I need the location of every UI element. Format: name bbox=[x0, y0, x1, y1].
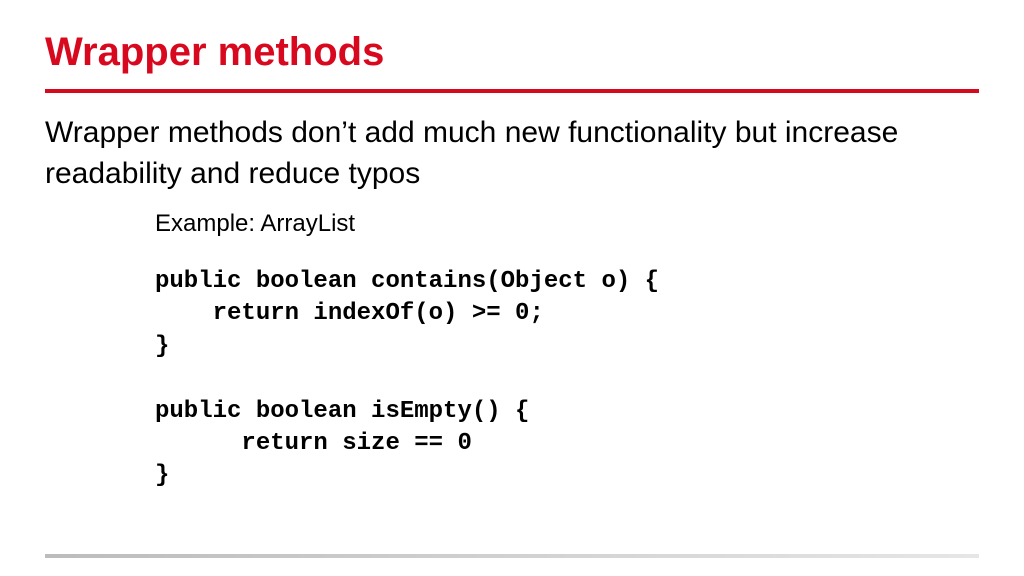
bottom-divider bbox=[45, 554, 979, 558]
title-divider bbox=[45, 89, 979, 93]
example-label: Example: ArrayList bbox=[155, 210, 979, 238]
slide-title: Wrapper methods bbox=[45, 30, 979, 75]
body-text: Wrapper methods don’t add much new funct… bbox=[45, 113, 979, 194]
code-block: public boolean contains(Object o) { retu… bbox=[155, 266, 979, 493]
